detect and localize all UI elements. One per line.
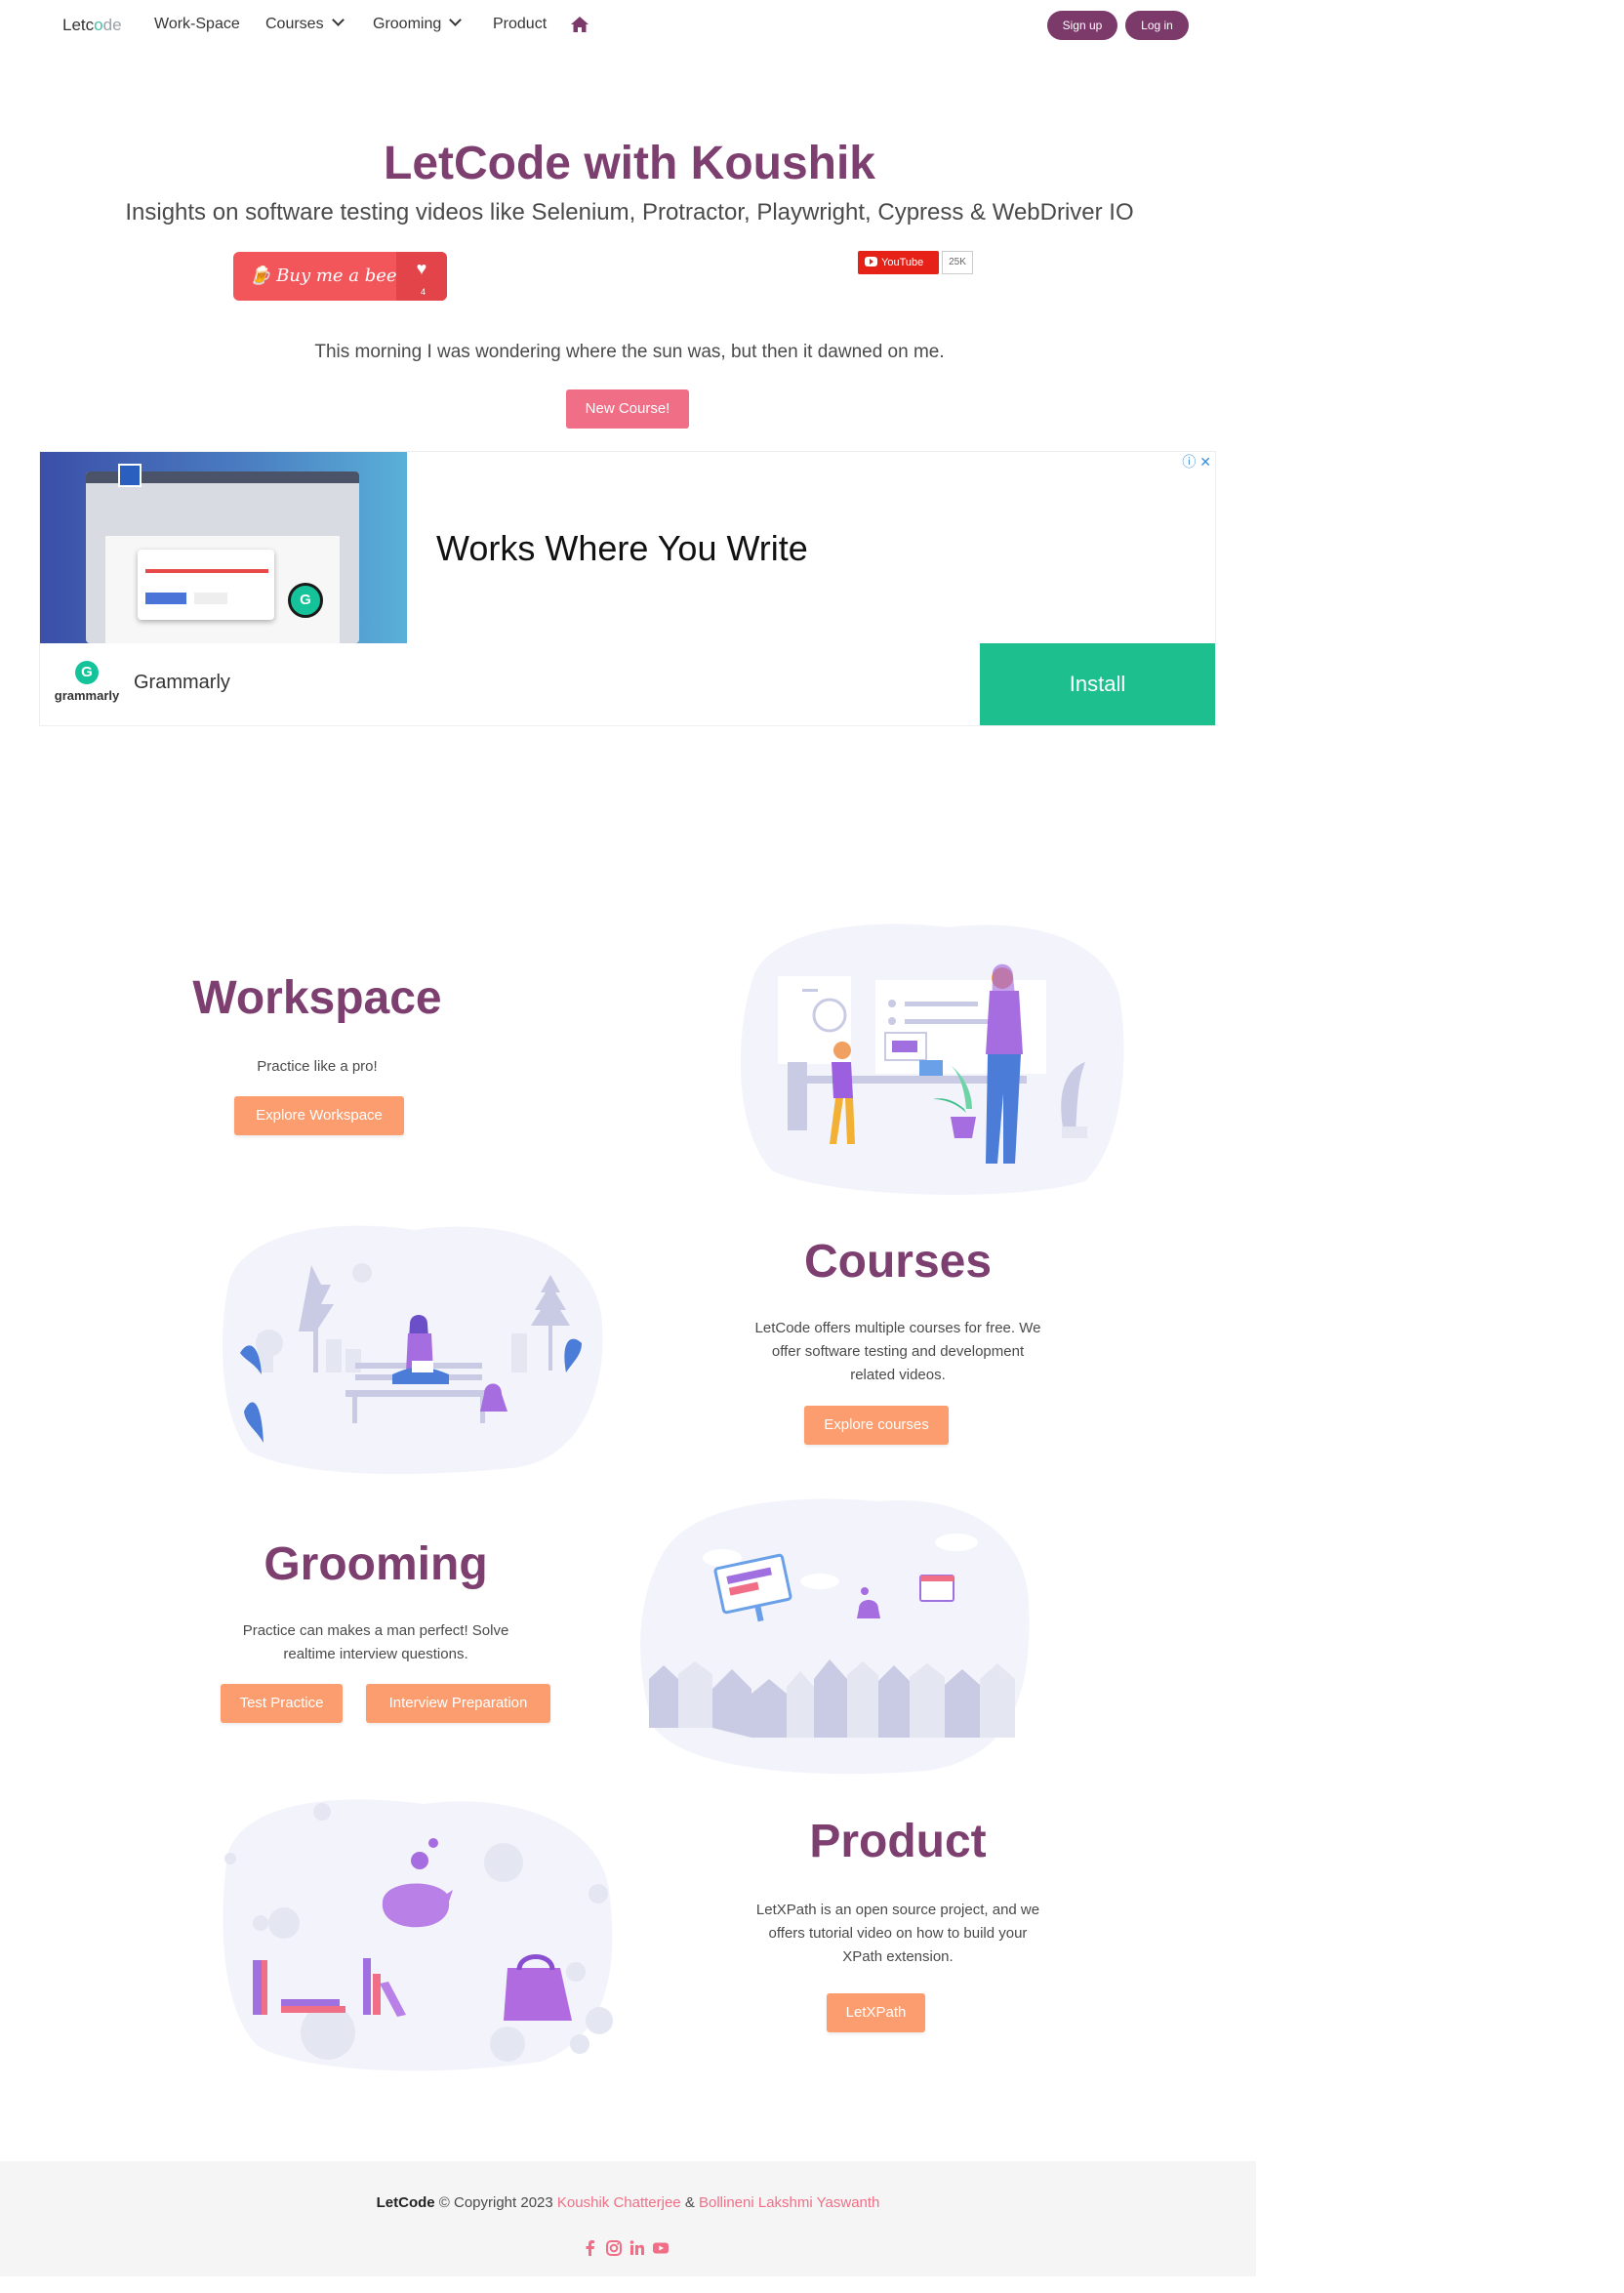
beer-count: 4 [420,287,426,297]
nav-workspace[interactable]: Work-Space [154,16,240,33]
letxpath-button[interactable]: LetXPath [827,1993,925,2032]
product-illustration [219,1792,619,2075]
brand-logo[interactable]: Letcode [62,16,122,35]
grooming-text: Practice can makes a man perfect! Solve … [195,1619,556,1666]
chevron-down-icon [449,14,463,26]
footer-author-link[interactable]: Koushik Chatterjee [557,2194,681,2211]
quote-text: This morning I was wondering where the s… [314,342,945,362]
facebook-icon[interactable] [582,2239,599,2257]
ad-advertiser[interactable]: Grammarly [134,672,230,694]
brand-o: o [94,16,103,34]
brand-c: c [85,16,95,34]
product-title: Product [809,1816,987,1867]
footer-ampersand: & [680,2194,699,2211]
beer-label-text: Buy me a beer [276,266,406,286]
workspace-title: Workspace [192,972,442,1024]
grammarly-logo-icon: G [75,661,99,684]
chevron-down-icon [331,14,345,26]
footer-copyright: LetCode © Copyright 2023 Koushik Chatter… [0,2194,1256,2211]
ad-suggestion-line [145,569,268,573]
linkedin-icon[interactable] [629,2239,646,2257]
ad-rephrase-chip [145,593,186,604]
youtube-icon[interactable] [652,2239,670,2257]
signup-button[interactable]: Sign up [1047,11,1117,40]
courses-text-line: LetCode offers multiple courses for free… [754,1320,1041,1336]
workspace-illustration [734,918,1132,1197]
buy-me-a-beer-button[interactable]: 🍺 Buy me a beer ♥ 4 [233,252,447,301]
brand-let: Let [62,16,86,34]
grooming-text-line: Practice can makes a man perfect! Solve [242,1622,509,1639]
instagram-icon[interactable] [605,2239,623,2257]
nav-grooming[interactable]: Grooming [373,14,463,33]
nav-courses[interactable]: Courses [265,14,345,33]
product-text-line: LetXPath is an open source project, and … [755,1902,1040,1918]
interview-preparation-button[interactable]: Interview Preparation [366,1684,550,1723]
courses-text: LetCode offers multiple courses for free… [712,1317,1083,1387]
navbar: Letcode Work-Space Courses Grooming Prod… [0,0,1259,51]
nav-courses-label: Courses [265,16,324,32]
youtube-subscriber-count: 25K [942,251,973,274]
youtube-label: YouTube [881,257,924,268]
courses-title: Courses [803,1236,993,1288]
ad-choices-icon[interactable]: ⓘ ✕ [1182,452,1211,471]
youtube-badge: YouTube [858,251,939,274]
explore-workspace-button[interactable]: Explore Workspace [234,1096,404,1135]
footer-brand: LetCode [376,2194,435,2211]
grammarly-logo-text: grammarly [54,688,120,703]
nav-grooming-label: Grooming [373,16,442,32]
grooming-title: Grooming [264,1538,488,1590]
test-practice-button[interactable]: Test Practice [221,1684,343,1723]
product-text-line: XPath extension. [842,1948,954,1965]
ad-dismiss-chip [194,593,227,604]
home-icon[interactable] [570,16,589,33]
grammarly-g-icon: G [288,583,323,618]
hero-subtitle: Insights on software testing videos like… [125,199,1134,225]
login-button[interactable]: Log in [1125,11,1189,40]
workspace-text: Practice like a pro! [257,1058,378,1075]
beer-label: 🍺 Buy me a beer [249,266,406,286]
nav-product-label: Product [493,16,548,32]
new-course-button[interactable]: New Course! [566,389,689,429]
word-icon [118,464,142,487]
youtube-play-icon [865,257,877,266]
footer-author-link[interactable]: Bollineni Lakshmi Yaswanth [699,2194,879,2211]
footer-copyright-text: © Copyright 2023 [434,2194,557,2211]
product-text: LetXPath is an open source project, and … [712,1899,1083,1969]
footer: LetCode © Copyright 2023 Koushik Chatter… [0,2161,1256,2276]
grooming-illustration [634,1494,1033,1777]
nav-workspace-label: Work-Space [154,16,240,32]
courses-illustration [219,1216,609,1475]
courses-text-line: related videos. [850,1367,946,1383]
ad-headline[interactable]: Works Where You Write [436,528,808,569]
hero-title: LetCode with Koushik [384,138,875,189]
courses-text-line: offer software testing and development [771,1343,1025,1360]
ad-install-button[interactable]: Install [980,643,1215,725]
grammarly-logo[interactable]: G grammarly [52,661,122,710]
ad-suggestion-card [138,550,274,620]
nav-product[interactable]: Product [493,16,547,33]
ad-image[interactable]: G [40,452,407,643]
brand-de: de [102,16,122,34]
grooming-text-line: realtime interview questions. [283,1646,468,1662]
explore-courses-button[interactable]: Explore courses [804,1406,949,1445]
product-text-line: offers tutorial video on how to build yo… [768,1925,1028,1942]
grammarly-ad[interactable]: G Works Where You Write ⓘ ✕ G grammarly … [39,451,1216,726]
